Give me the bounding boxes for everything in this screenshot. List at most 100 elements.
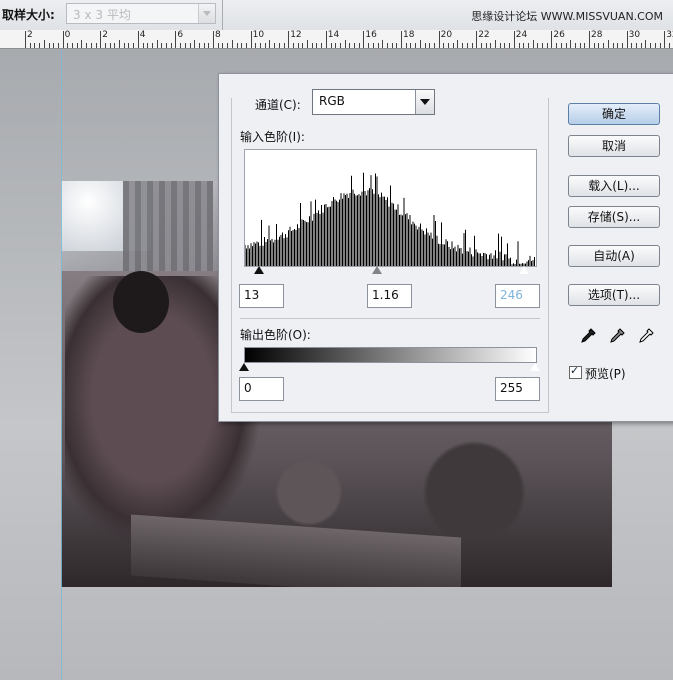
histogram-graph <box>245 172 535 266</box>
ruler-tick <box>260 43 261 48</box>
ruler-tick <box>429 43 431 48</box>
horizontal-ruler[interactable]: 202468101214161820222426283032 <box>0 30 673 49</box>
output-white-handle[interactable] <box>529 362 541 372</box>
vertical-guide[interactable] <box>61 49 62 680</box>
ruler-tick <box>386 43 388 48</box>
ruler-tick <box>119 40 120 48</box>
ruler-tick <box>382 40 384 48</box>
ruler-tick <box>640 43 642 48</box>
ruler-tick <box>81 40 83 48</box>
black-point-handle[interactable] <box>254 266 264 274</box>
white-point-handle[interactable] <box>518 265 530 275</box>
output-black-field[interactable]: 0 <box>239 377 284 401</box>
ruler-tick <box>462 43 464 48</box>
sample-size-label: 取样大小: <box>2 8 55 22</box>
cancel-button[interactable]: 取消 <box>568 135 660 157</box>
ruler-tick <box>593 43 595 48</box>
ruler-label: 32 <box>666 30 673 40</box>
ruler-label: 2 <box>102 30 108 40</box>
input-slider[interactable] <box>244 265 536 276</box>
input-gamma-field[interactable]: 1.16 <box>367 284 412 308</box>
ruler-tick <box>509 43 511 48</box>
ruler-tick <box>617 43 619 48</box>
preview-checkbox[interactable]: 预览(P) <box>569 364 626 382</box>
ruler-tick <box>424 43 426 48</box>
options-button[interactable]: 选项(T)... <box>568 284 660 306</box>
ruler-tick <box>448 43 449 48</box>
output-levels-label: 输出色阶(O): <box>240 328 311 342</box>
ruler-tick <box>189 43 191 48</box>
input-black-field[interactable]: 13 <box>239 284 284 308</box>
ruler-tick <box>490 43 492 48</box>
options-bar: 取样大小: 3 x 3 平均 思缘设计论坛 WWW.MISSVUAN.COM <box>0 0 673 31</box>
ruler-tick <box>438 31 440 48</box>
input-levels-label: 输入色阶(I): <box>240 130 305 144</box>
ruler-tick <box>504 43 506 48</box>
ruler-tick <box>302 43 304 48</box>
ruler-tick <box>391 43 393 48</box>
chevron-down-icon[interactable] <box>415 90 434 114</box>
ok-button[interactable]: 确定 <box>568 103 660 125</box>
ruler-tick <box>95 43 97 48</box>
ruler-tick <box>241 43 243 48</box>
output-black-handle[interactable] <box>239 363 249 371</box>
save-button[interactable]: 存储(S)... <box>568 206 660 228</box>
ruler-tick <box>363 31 365 48</box>
input-white-field[interactable]: 246 <box>495 284 540 308</box>
ruler-tick <box>128 43 130 48</box>
ruler-label: 4 <box>139 30 146 40</box>
ruler-tick <box>621 43 623 48</box>
ruler-tick <box>664 31 666 48</box>
ruler-tick <box>377 43 379 48</box>
divider <box>240 318 540 319</box>
ruler-tick <box>274 43 276 48</box>
gray-eyedropper-icon[interactable] <box>605 326 627 348</box>
ruler-tick <box>213 31 214 48</box>
ruler-tick <box>654 43 656 48</box>
ruler-tick <box>29 43 31 48</box>
ruler-label: 2 <box>27 30 33 40</box>
ruler-tick <box>166 43 167 48</box>
ruler-tick <box>297 43 299 48</box>
ruler-tick <box>551 31 553 48</box>
ruler-tick <box>307 40 308 48</box>
ruler-tick <box>231 40 233 48</box>
ruler-tick <box>222 43 224 48</box>
ruler-tick <box>499 43 501 48</box>
preview-label: 预览(P) <box>585 367 626 381</box>
ruler-tick <box>574 43 576 48</box>
ruler-tick <box>288 31 290 48</box>
chevron-down-icon[interactable] <box>198 4 215 23</box>
sample-size-select[interactable]: 3 x 3 平均 <box>66 3 216 24</box>
ruler-tick <box>180 43 182 48</box>
ruler-label: 30 <box>628 30 641 40</box>
white-eyedropper-icon[interactable] <box>634 326 656 348</box>
ruler-tick <box>194 40 196 48</box>
ruler-tick <box>34 43 36 48</box>
ruler-tick <box>321 43 323 48</box>
ruler-tick <box>607 40 609 48</box>
ruler-tick <box>603 43 605 48</box>
sample-size-value: 3 x 3 平均 <box>73 8 131 22</box>
channel-select[interactable]: RGB <box>312 89 435 115</box>
ruler-tick <box>86 43 88 48</box>
ruler-tick <box>48 43 50 48</box>
ruler-tick <box>100 31 102 48</box>
watermark: 思缘设计论坛 WWW.MISSVUAN.COM <box>471 10 663 23</box>
gamma-handle[interactable] <box>372 266 382 274</box>
ruler-tick <box>358 43 360 48</box>
ruler-label: 6 <box>177 30 184 40</box>
output-white-field[interactable]: 255 <box>495 377 540 401</box>
ruler-tick <box>495 40 496 48</box>
ruler-tick <box>612 43 614 48</box>
ruler-tick <box>67 43 69 48</box>
output-slider[interactable] <box>239 362 541 373</box>
auto-button[interactable]: 自动(A) <box>568 245 660 267</box>
load-button[interactable]: 载入(L)... <box>568 175 660 197</box>
ruler-tick <box>250 31 252 48</box>
checkbox-checked-icon[interactable] <box>569 364 582 379</box>
ruler-tick <box>39 43 41 48</box>
ruler-tick <box>43 40 45 48</box>
ruler-tick <box>203 43 205 48</box>
black-eyedropper-icon[interactable] <box>576 326 598 348</box>
